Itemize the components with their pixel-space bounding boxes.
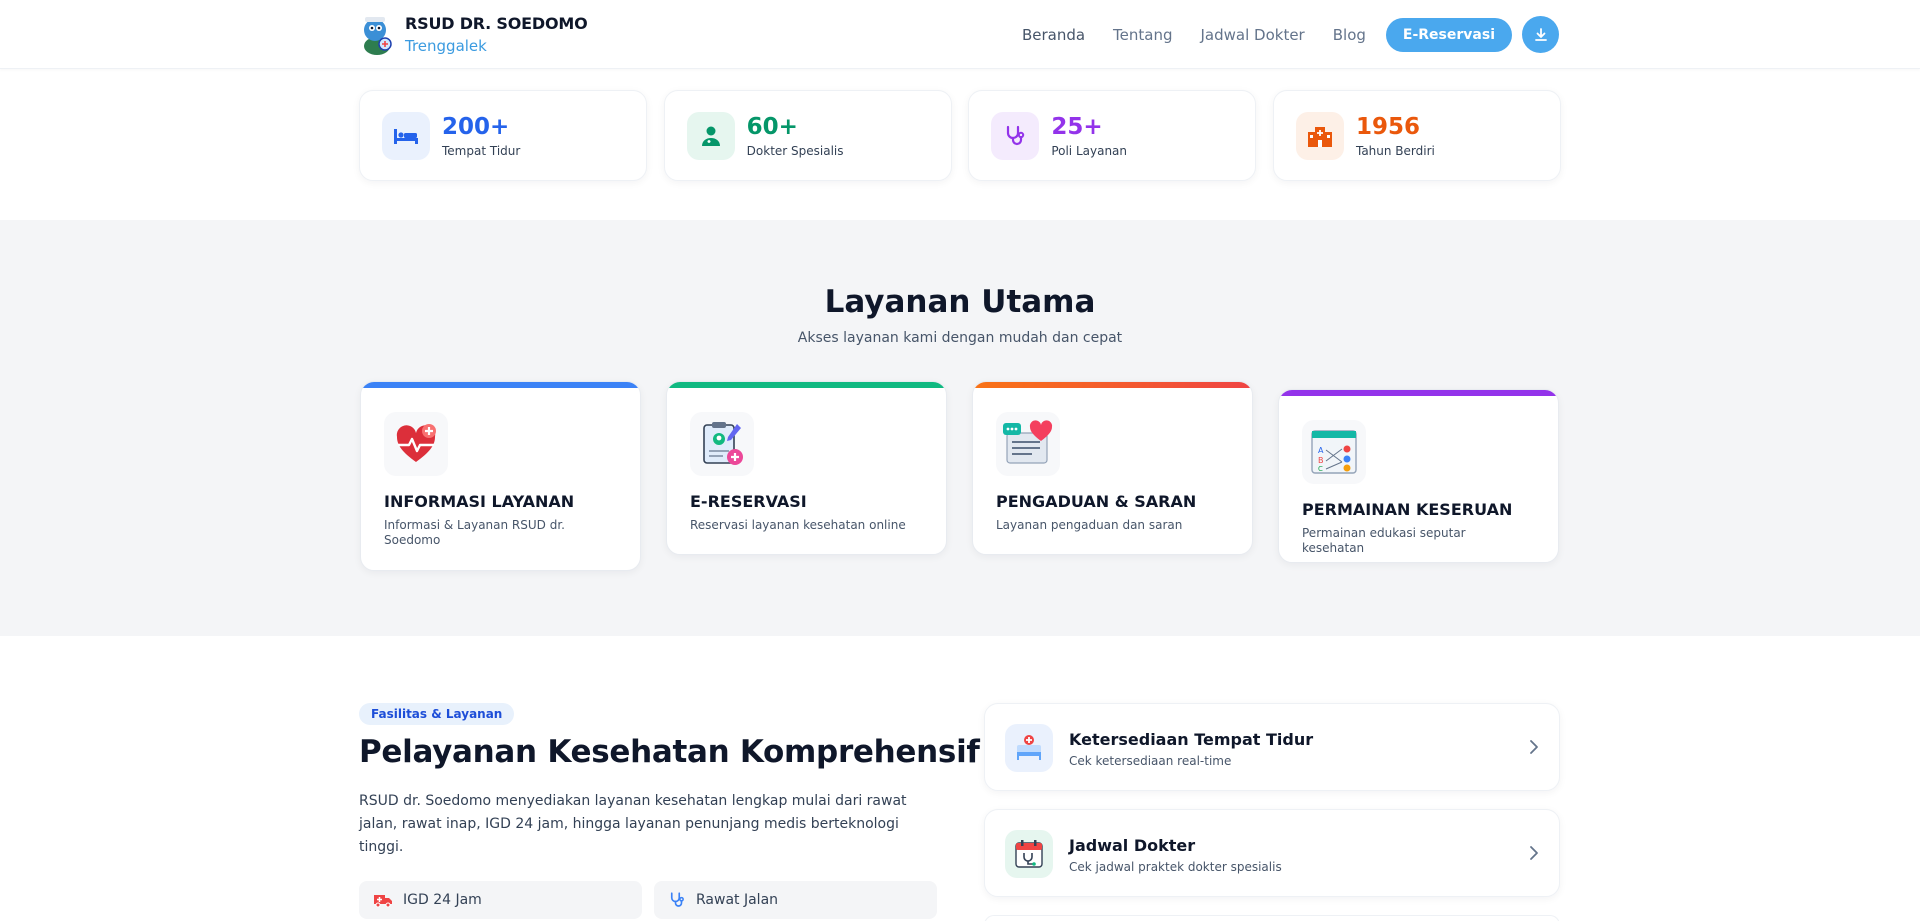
ambulance-icon xyxy=(374,895,392,908)
download-button[interactable] xyxy=(1522,16,1559,53)
service-card-permainan-keseruan[interactable]: ABC PERMAINAN KESERUAN Permainan edukasi… xyxy=(1278,389,1559,563)
e-reservasi-button[interactable]: E-Reservasi xyxy=(1385,17,1512,52)
service-card-pengaduan-saran[interactable]: PENGADUAN & SARAN Layanan pengaduan dan … xyxy=(972,381,1253,555)
stat-value: 200+ xyxy=(442,113,510,140)
section-subtitle: Akses layanan kami dengan mudah dan cepa… xyxy=(797,330,1123,346)
calendar-stethoscope-icon xyxy=(1005,830,1053,878)
section-heading: Pelayanan Kesehatan Komprehensif xyxy=(359,734,980,770)
hospital-mascot-logo xyxy=(364,17,392,55)
stats-row: 200+ Tempat Tidur 60+ Dokter Spesialis 2… xyxy=(359,90,1561,181)
card-description: Layanan pengaduan dan saran xyxy=(996,518,1183,532)
bed-availability-icon xyxy=(1005,724,1053,772)
stethoscope-icon xyxy=(670,892,684,907)
layanan-utama-section: Layanan Utama Akses layanan kami dengan … xyxy=(0,220,1920,636)
service-title: Jadwal Dokter xyxy=(1069,836,1196,855)
clipboard-reservation-icon xyxy=(690,412,754,476)
stat-label: Tempat Tidur xyxy=(442,143,521,158)
card-description: Reservasi layanan kesehatan online xyxy=(690,518,906,532)
nav-beranda[interactable]: Beranda xyxy=(1022,26,1085,44)
service-link-next-partial[interactable] xyxy=(984,915,1560,921)
hospital-building-icon xyxy=(1295,111,1344,160)
stat-value: 60+ xyxy=(746,113,798,140)
brand-city: Trenggalek xyxy=(405,37,487,55)
card-title: PERMAINAN KESERUAN xyxy=(1302,500,1513,519)
service-link-ketersediaan-tempat-tidur[interactable]: Ketersediaan Tempat Tidur Cek ketersedia… xyxy=(984,703,1560,791)
chat-feedback-icon xyxy=(996,412,1060,476)
download-icon xyxy=(1534,27,1547,41)
service-card-informasi-layanan[interactable]: INFORMASI LAYANAN Informasi & Layanan RS… xyxy=(360,381,641,571)
service-description: Cek ketersediaan real-time xyxy=(1069,754,1232,768)
stat-card-poli: 25+ Poli Layanan xyxy=(968,90,1257,181)
card-description: Informasi & Layanan RSUD dr. Soedomo xyxy=(384,518,565,547)
stethoscope-icon xyxy=(991,111,1040,160)
stat-card-year: 1956 Tahun Berdiri xyxy=(1272,90,1561,181)
stat-card-beds: 200+ Tempat Tidur xyxy=(359,90,647,181)
feature-label: Rawat Jalan xyxy=(696,892,779,908)
card-title: INFORMASI LAYANAN xyxy=(384,492,575,511)
card-accent-bar xyxy=(973,382,1252,388)
section-paragraph: RSUD dr. Soedomo menyediakan layanan kes… xyxy=(359,793,907,855)
section-tag: Fasilitas & Layanan xyxy=(359,703,515,725)
brand-logo-link[interactable]: RSUD DR. SOEDOMO Trenggalek xyxy=(359,14,588,56)
section-title: Layanan Utama xyxy=(824,284,1096,320)
feature-label: IGD 24 Jam xyxy=(403,892,482,908)
doctor-icon xyxy=(686,111,735,160)
brand-name: RSUD DR. SOEDOMO xyxy=(405,14,588,33)
stat-card-doctors: 60+ Dokter Spesialis xyxy=(663,90,952,181)
nav-jadwal-dokter[interactable]: Jadwal Dokter xyxy=(1201,26,1305,44)
card-description: Permainan edukasi seputar kesehatan xyxy=(1302,526,1466,555)
chevron-right-icon xyxy=(1530,740,1538,754)
top-header: RSUD DR. SOEDOMO Trenggalek Beranda Tent… xyxy=(0,0,1920,69)
heart-plus-icon xyxy=(384,412,448,476)
stat-value: 25+ xyxy=(1051,113,1103,140)
nav-tentang[interactable]: Tentang xyxy=(1113,26,1172,44)
chevron-right-icon xyxy=(1530,846,1538,860)
feature-igd-24-jam: IGD 24 Jam xyxy=(359,881,642,919)
stat-label: Dokter Spesialis xyxy=(746,143,844,158)
service-description: Cek jadwal praktek dokter spesialis xyxy=(1069,860,1282,874)
service-card-e-reservasi[interactable]: E-RESERVASI Reservasi layanan kesehatan … xyxy=(666,381,947,555)
feature-rawat-jalan: Rawat Jalan xyxy=(654,881,937,919)
card-title: PENGADUAN & SARAN xyxy=(996,492,1197,511)
svg-text:B: B xyxy=(1318,456,1324,465)
service-title: Ketersediaan Tempat Tidur xyxy=(1069,730,1314,749)
main-nav: Beranda Tentang Jadwal Dokter Blog E-Res… xyxy=(994,16,1559,53)
stat-label: Poli Layanan xyxy=(1051,143,1128,158)
card-title: E-RESERVASI xyxy=(690,492,807,511)
card-accent-bar xyxy=(667,382,946,388)
svg-text:C: C xyxy=(1318,465,1323,473)
stat-value: 1956 xyxy=(1355,113,1420,140)
service-link-jadwal-dokter[interactable]: Jadwal Dokter Cek jadwal praktek dokter … xyxy=(984,809,1560,897)
stat-label: Tahun Berdiri xyxy=(1355,143,1435,158)
game-board-icon: ABC xyxy=(1302,420,1366,484)
bed-icon xyxy=(382,111,430,160)
nav-blog[interactable]: Blog xyxy=(1333,26,1366,44)
svg-text:A: A xyxy=(1318,446,1324,455)
card-accent-bar xyxy=(1279,390,1558,396)
card-accent-bar xyxy=(361,382,640,388)
